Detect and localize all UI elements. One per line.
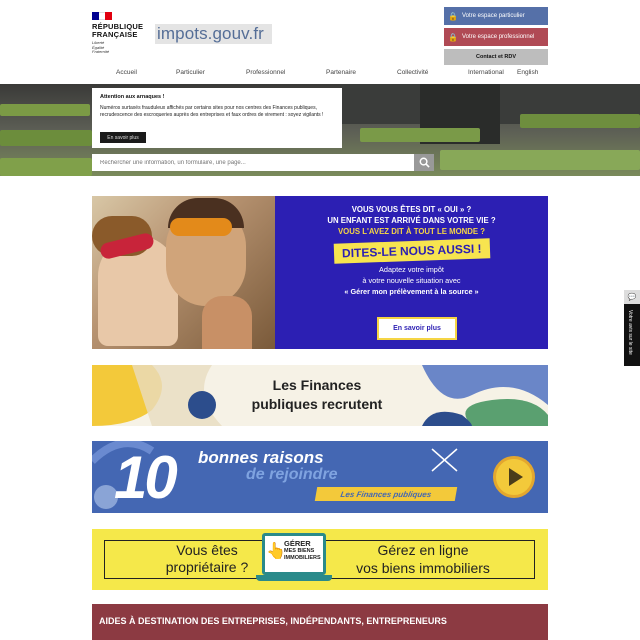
raisons-line-1: bonnes raisons [198, 448, 324, 467]
dix-raisons-banner[interactable]: 10 bonnes raisons de rejoindre Les Finan… [92, 441, 548, 513]
couple-photo [92, 196, 275, 349]
site-logo[interactable]: impots.gouv.fr [155, 24, 272, 44]
campaign-more-button[interactable]: En savoir plus [377, 317, 457, 340]
nav-partenaire[interactable]: Partenaire [326, 69, 356, 76]
nav-international[interactable]: International [468, 69, 504, 76]
page: RÉPUBLIQUE FRANÇAISE Liberté Égalité Fra… [0, 0, 640, 640]
republic-name: RÉPUBLIQUE FRANÇAISE [92, 22, 144, 39]
chat-bubble-icon[interactable]: 💬 [624, 290, 640, 304]
campaign-text: VOUS VOUS ÊTES DIT « OUI » ? UN ENFANT E… [275, 196, 548, 349]
alert-more-button[interactable]: En savoir plus [100, 132, 146, 143]
aides-title: AIDES À DESTINATION DES ENTREPRISES, IND… [99, 616, 447, 626]
feedback-tab[interactable]: Votre avis sur le site [624, 304, 640, 366]
lock-icon: 🔒 [448, 32, 458, 42]
pas-campaign-banner[interactable]: VOUS VOUS ÊTES DIT « OUI » ? UN ENFANT E… [92, 196, 548, 349]
search-icon [419, 157, 430, 168]
scam-alert-box: Attention aux arnaques ! Numéros surtaxé… [92, 88, 342, 148]
espace-particulier-button[interactable]: 🔒 Votre espace particulier [444, 7, 548, 25]
campaign-para-3: « Gérer mon prélèvement à la source » [344, 287, 479, 296]
raisons-line-2: de rejoindre [246, 466, 338, 483]
lock-icon: 🔒 [448, 11, 458, 21]
main-nav: Accueil Particulier Professionnel Parten… [92, 66, 548, 80]
nav-accueil[interactable]: Accueil [116, 69, 137, 76]
nav-collectivite[interactable]: Collectivité [397, 69, 428, 76]
recrutement-title: Les Finances publiques recrutent [251, 377, 383, 412]
alert-text: Numéros surtaxés frauduleux affichés par… [100, 105, 324, 118]
nav-english[interactable]: English [517, 69, 538, 76]
heart-sunglasses-icon [170, 218, 232, 236]
search-bar [92, 154, 434, 171]
french-flag-icon [92, 12, 113, 20]
campaign-para-1: Adaptez votre impôt [379, 265, 444, 274]
campaign-line-3: VOUS L'AVEZ DIT À TOUT LE MONDE ? [337, 227, 486, 236]
laptop-icon: 👆 GÉRER MES BIENS IMMOBILIERS [256, 533, 332, 583]
campaign-line-2: UN ENFANT EST ARRIVÉ DANS VOTRE VIE ? [327, 216, 496, 225]
header: RÉPUBLIQUE FRANÇAISE Liberté Égalité Fra… [0, 0, 640, 84]
dix-number: 10 [114, 444, 178, 511]
recrutement-banner[interactable]: Les Finances publiques recrutent [92, 365, 548, 426]
espace-professionnel-button[interactable]: 🔒 Votre espace professionnel [444, 28, 548, 46]
play-icon[interactable] [493, 456, 535, 498]
campaign-line-1: VOUS VOUS ÊTES DIT « OUI » ? [351, 205, 472, 214]
republic-motto: Liberté Égalité Fraternité [92, 40, 110, 55]
search-input[interactable] [92, 154, 414, 171]
feedback-label: Votre avis sur le site [627, 310, 633, 355]
nav-professionnel[interactable]: Professionnel [246, 69, 285, 76]
campaign-tag: DITES-LE NOUS AUSSI ! [333, 238, 490, 264]
search-button[interactable] [414, 154, 434, 171]
campaign-para-2: à votre nouvelle situation avec [362, 276, 461, 285]
nav-particulier[interactable]: Particulier [176, 69, 205, 76]
aides-entreprises-section[interactable]: AIDES À DESTINATION DES ENTREPRISES, IND… [92, 604, 548, 640]
alert-title: Attention aux arnaques ! [100, 94, 165, 100]
biens-immobiliers-banner[interactable]: Vous êtes propriétaire ? 👆 GÉRER MES BIE… [92, 529, 548, 590]
contact-rdv-button[interactable]: Contact et RDV [444, 49, 548, 65]
hand-pointer-icon: 👆 [266, 543, 286, 560]
republique-francaise-logo[interactable]: RÉPUBLIQUE FRANÇAISE Liberté Égalité Fra… [92, 12, 148, 55]
gerez-text: Gérez en ligne vos biens immobiliers [356, 542, 490, 576]
raisons-tag: Les Finances publiques [314, 487, 458, 501]
